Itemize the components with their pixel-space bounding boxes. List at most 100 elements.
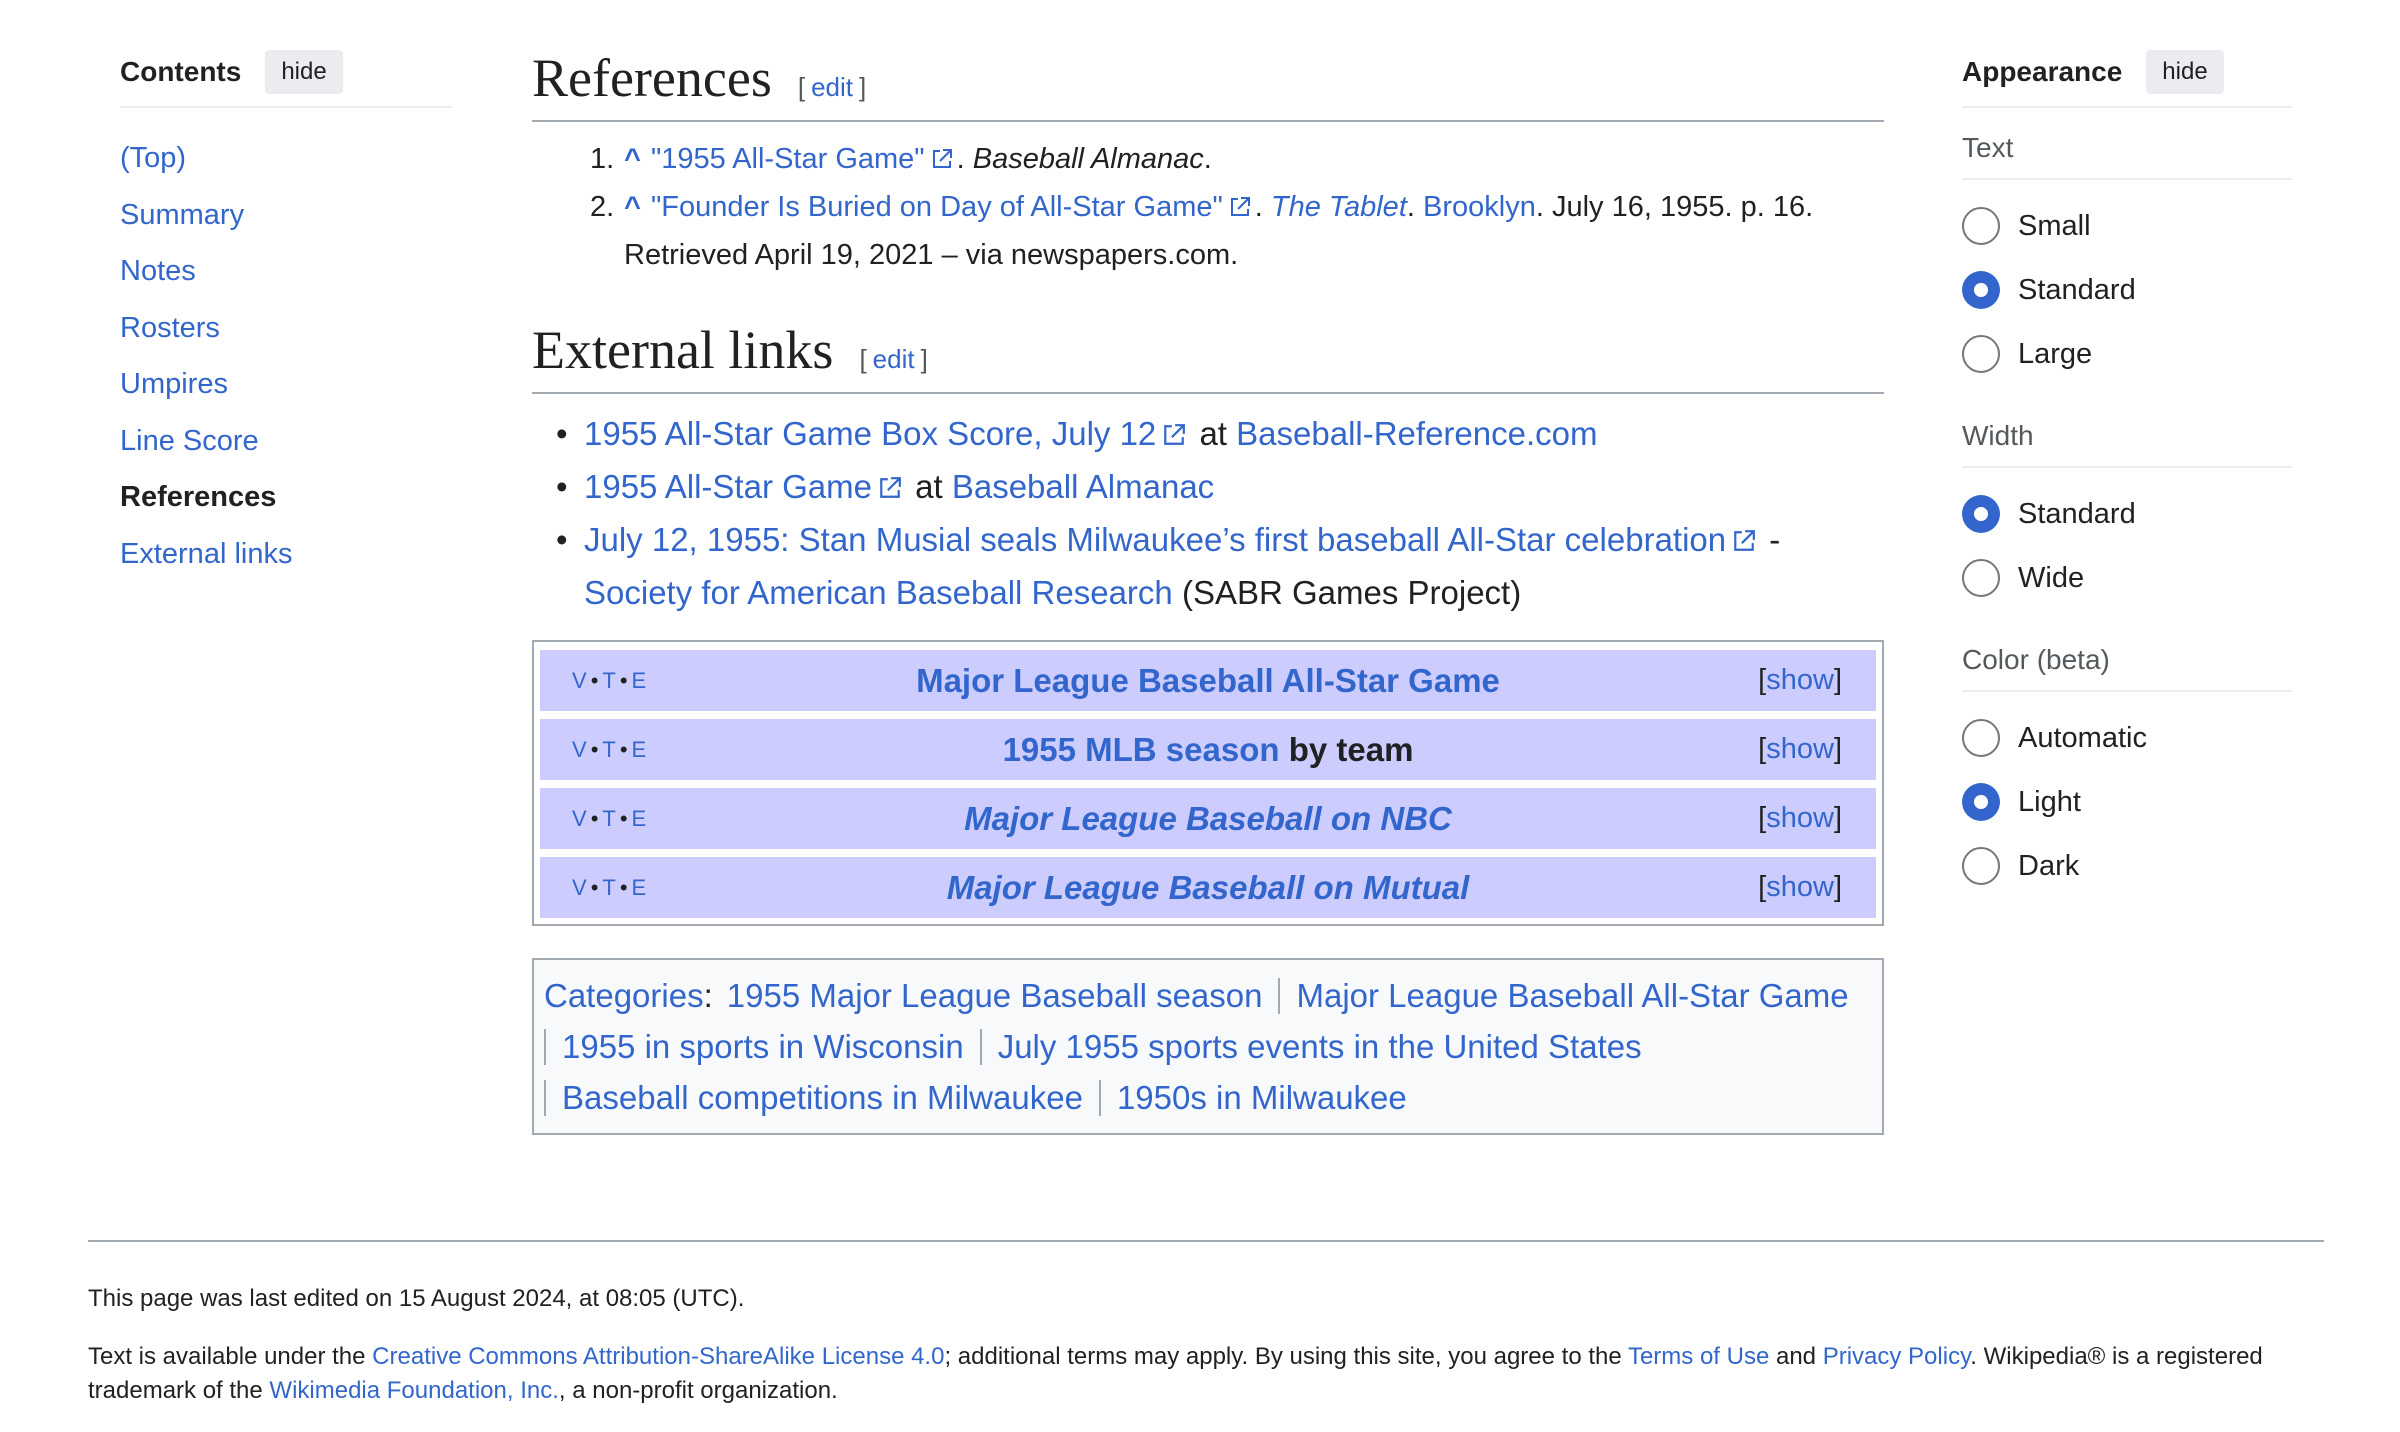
appearance-hide-button[interactable]: hide [2146, 50, 2224, 94]
vte-talk-link[interactable]: T [602, 806, 617, 831]
navbox-title-link[interactable]: Major League Baseball on Mutual [947, 869, 1470, 907]
external-links-edit-link[interactable]: edit [867, 344, 921, 374]
toc-header: Contents hide [120, 48, 452, 108]
reference-source-link[interactable]: The Tablet [1271, 191, 1407, 223]
radio-button[interactable] [1962, 335, 2000, 373]
navbox: V•T•E Major League Baseball on NBC [show… [540, 788, 1876, 849]
color-automatic-option[interactable]: Automatic [1962, 706, 2292, 770]
reference-title-link[interactable]: "1955 All-Star Game" [651, 143, 925, 175]
reference-separator: . [1406, 191, 1423, 223]
toc-item-top[interactable]: (Top) [120, 130, 452, 187]
toc-item-references[interactable]: References [120, 469, 452, 526]
table-of-contents: Contents hide (Top) Summary Notes Roster… [120, 48, 452, 582]
navbox-show-button[interactable]: show [1766, 802, 1834, 834]
references-heading-row: References [edit] [532, 48, 1884, 122]
vte-view-link[interactable]: V [572, 737, 589, 762]
reference-place-link[interactable]: Brooklyn [1423, 191, 1536, 223]
site-link[interactable]: Baseball Almanac [952, 468, 1214, 505]
categories-label-link[interactable]: Categories [544, 977, 704, 1014]
text-size-large-option[interactable]: Large [1962, 322, 2292, 386]
reference-source: Baseball Almanac [972, 143, 1204, 175]
edit-bracket-open: [ [797, 72, 806, 102]
reference-title-link[interactable]: "Founder Is Buried on Day of All-Star Ga… [651, 191, 1223, 223]
toc-item-rosters[interactable]: Rosters [120, 300, 452, 357]
category-link[interactable]: 1950s in Milwaukee [1098, 1080, 1423, 1116]
navboxes: V•T•E Major League Baseball All-Star Gam… [532, 640, 1884, 926]
wikimedia-foundation-link[interactable]: Wikimedia Foundation, Inc. [269, 1377, 558, 1404]
option-label: Standard [2018, 273, 2136, 306]
toc-item-umpires[interactable]: Umpires [120, 356, 452, 413]
vte-edit-link[interactable]: E [632, 737, 649, 762]
text-size-small-option[interactable]: Small [1962, 194, 2292, 258]
main-content: References [edit] 1. ^ "1955 All-Star Gam… [532, 48, 1884, 1135]
vte-talk-link[interactable]: T [602, 875, 617, 900]
toc-item-notes[interactable]: Notes [120, 243, 452, 300]
external-link[interactable]: 1955 All-Star Game Box Score, July 12 [584, 415, 1156, 452]
site-link[interactable]: Baseball-Reference.com [1236, 415, 1597, 452]
privacy-policy-link[interactable]: Privacy Policy [1823, 1343, 1971, 1370]
terms-of-use-link[interactable]: Terms of Use [1628, 1343, 1769, 1370]
radio-button[interactable] [1962, 559, 2000, 597]
external-link-icon [1229, 186, 1251, 232]
vte-view-link[interactable]: V [572, 806, 589, 831]
references-heading: References [532, 48, 772, 108]
toggle-bracket: ] [1833, 733, 1842, 765]
external-links-section: External links [edit] 1955 All-Star Game… [532, 320, 1884, 618]
reference-end: . [1203, 143, 1212, 175]
navbox-title-link[interactable]: Major League Baseball on NBC [964, 800, 1452, 838]
navbox: V•T•E Major League Baseball All-Star Gam… [540, 650, 1876, 711]
navbox-show-button[interactable]: show [1766, 664, 1834, 696]
references-edit-link[interactable]: edit [805, 72, 859, 102]
external-link[interactable]: 1955 All-Star Game [584, 468, 872, 505]
radio-button-selected[interactable] [1962, 783, 2000, 821]
text-size-label: Text [1962, 132, 2292, 180]
toc-item-external-links[interactable]: External links [120, 526, 452, 583]
backlink-caret[interactable]: ^ [624, 191, 641, 223]
option-label: Large [2018, 337, 2093, 370]
navbox-title-link[interactable]: Major League Baseball All-Star Game [916, 662, 1500, 700]
vte-talk-link[interactable]: T [602, 668, 617, 693]
radio-button[interactable] [1962, 207, 2000, 245]
color-dark-option[interactable]: Dark [1962, 834, 2292, 898]
navbox-show-button[interactable]: show [1766, 733, 1834, 765]
vte-edit-link[interactable]: E [632, 875, 649, 900]
color-light-option[interactable]: Light [1962, 770, 2292, 834]
toggle-bracket: ] [1833, 664, 1842, 696]
option-label: Automatic [2018, 721, 2147, 754]
vte-view-link[interactable]: V [572, 668, 589, 693]
navbox-vte: V•T•E [572, 875, 648, 901]
text-size-standard-option[interactable]: Standard [1962, 258, 2292, 322]
toc-hide-button[interactable]: hide [265, 50, 343, 94]
category-link[interactable]: Baseball competitions in Milwaukee [544, 1080, 1099, 1116]
navbox-title-link[interactable]: 1955 MLB season [1003, 731, 1280, 768]
width-standard-option[interactable]: Standard [1962, 482, 2292, 546]
site-link[interactable]: Society for American Baseball Research [584, 574, 1173, 611]
vte-talk-link[interactable]: T [602, 737, 617, 762]
category-link[interactable]: Major League Baseball All-Star Game [1278, 978, 1864, 1014]
external-link-icon [931, 138, 953, 184]
vte-edit-link[interactable]: E [632, 668, 649, 693]
navbox-show-button[interactable]: show [1766, 871, 1834, 903]
external-link[interactable]: July 12, 1955: Stan Musial seals Milwauk… [584, 521, 1726, 558]
vte-view-link[interactable]: V [572, 875, 589, 900]
vte-dot: • [619, 874, 630, 900]
toc-item-summary[interactable]: Summary [120, 187, 452, 244]
license-link[interactable]: Creative Commons Attribution-ShareAlike … [372, 1343, 944, 1370]
radio-button[interactable] [1962, 719, 2000, 757]
category-link[interactable]: 1955 Major League Baseball season [727, 978, 1279, 1014]
radio-button-selected[interactable] [1962, 495, 2000, 533]
radio-button-selected[interactable] [1962, 271, 2000, 309]
text-size-options: Small Standard Large [1962, 194, 2292, 386]
navbox-vte: V•T•E [572, 668, 648, 694]
width-wide-option[interactable]: Wide [1962, 546, 2292, 610]
toc-item-line-score[interactable]: Line Score [120, 413, 452, 470]
category-link[interactable]: July 1955 sports events in the United St… [979, 1029, 1658, 1065]
category-link[interactable]: 1955 in sports in Wisconsin [544, 1029, 980, 1065]
footer-text: , a non-profit organization. [558, 1377, 838, 1404]
vte-dot: • [619, 805, 630, 831]
navbox: V•T•E Major League Baseball on Mutual [s… [540, 857, 1876, 918]
backlink-caret[interactable]: ^ [624, 143, 641, 175]
navbox-toggle: [show] [1758, 871, 1842, 904]
radio-button[interactable] [1962, 847, 2000, 885]
vte-edit-link[interactable]: E [632, 806, 649, 831]
